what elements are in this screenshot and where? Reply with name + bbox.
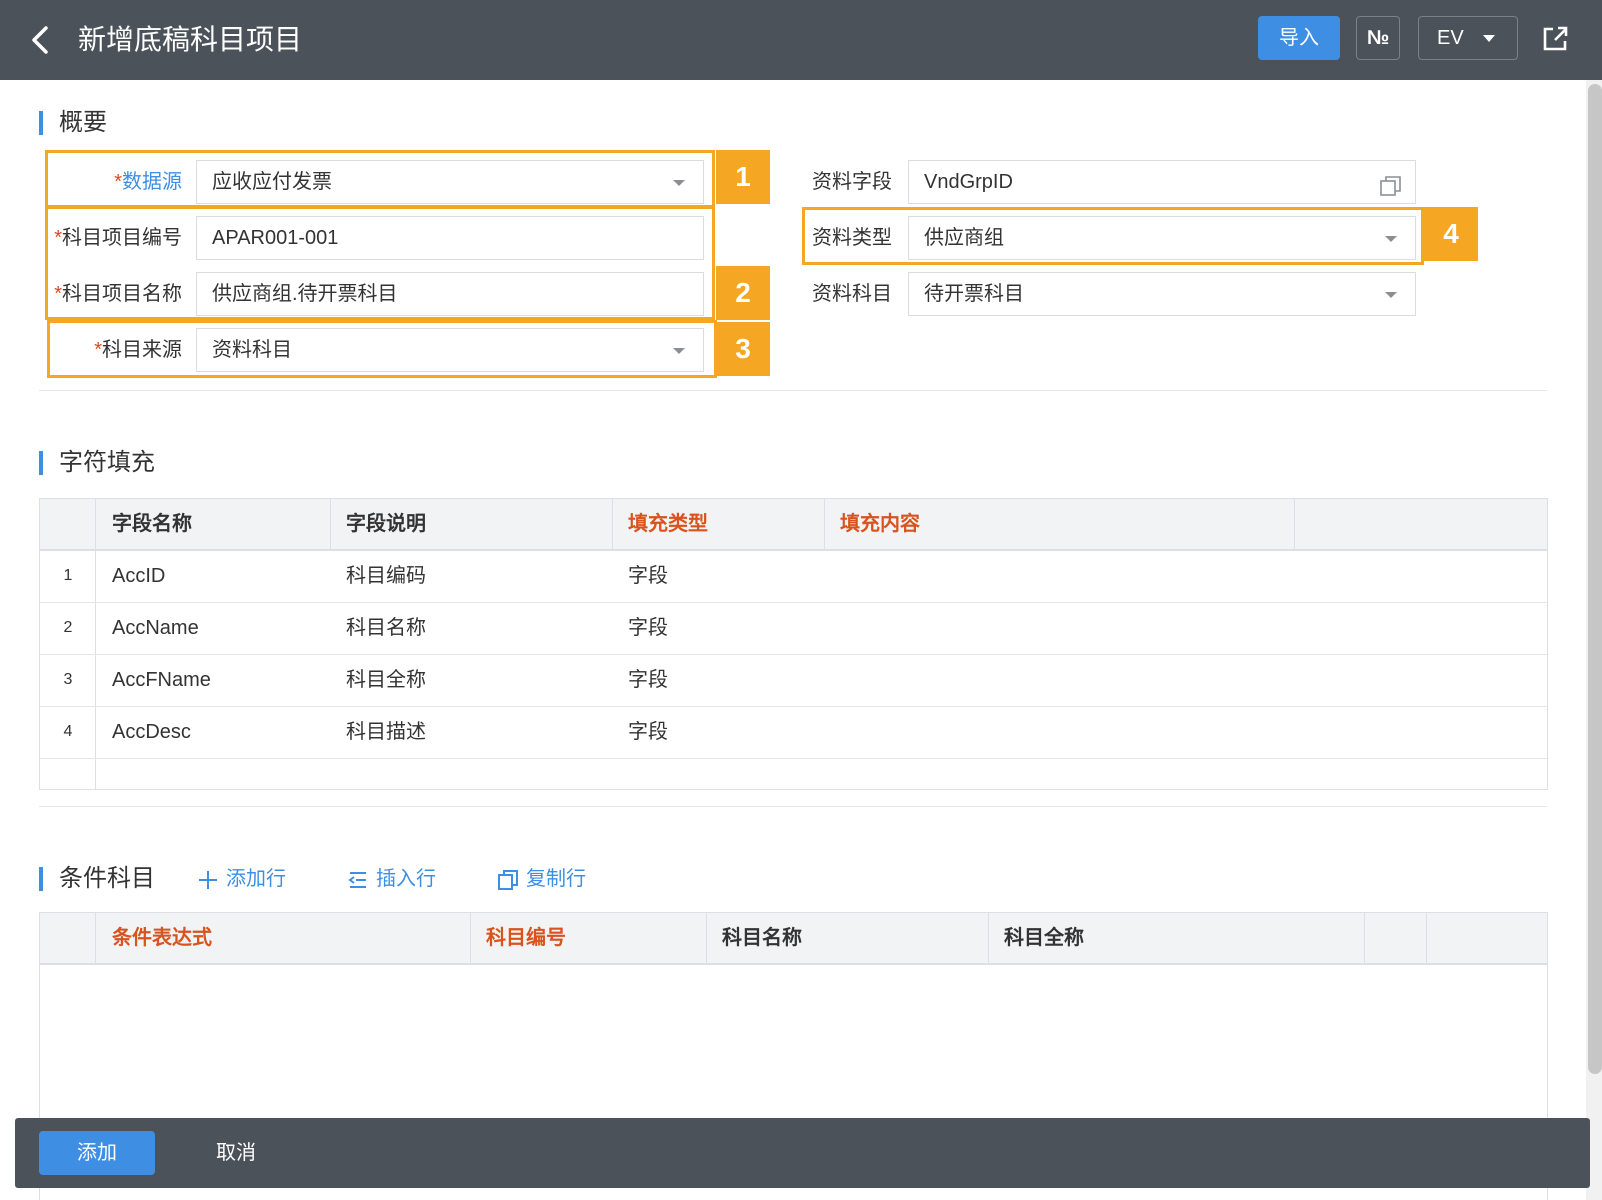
row-number: 1: [63, 567, 73, 584]
highlight-box-1: [45, 150, 715, 208]
insert-row-icon: [348, 872, 366, 888]
cell-field-desc: 科目编码: [346, 565, 426, 587]
column-divider: [988, 913, 989, 965]
column-divider: [95, 913, 96, 965]
row-number: 4: [63, 723, 73, 740]
data-account-select[interactable]: 待开票科目: [908, 272, 1416, 316]
top-bar: 新增底稿科目项目 导入 № EV: [0, 0, 1602, 80]
data-field-value: VndGrpID: [924, 171, 1013, 193]
column-header-account-name: 科目名称: [722, 927, 802, 949]
column-header-field-name: 字段名称: [112, 513, 192, 535]
cell-fill-type: 字段: [628, 669, 668, 691]
row-number: 2: [63, 619, 73, 636]
column-divider: [1294, 499, 1295, 551]
plus-icon: [199, 871, 217, 889]
add-button[interactable]: 添加: [39, 1131, 155, 1175]
highlight-box-3: [47, 320, 717, 378]
cell-field-name: AccName: [112, 617, 199, 639]
page-title: 新增底稿科目项目: [78, 24, 303, 55]
cell-fill-type: 字段: [628, 617, 668, 639]
section-title-char-fill: 字符填充: [39, 448, 155, 478]
column-header-account-fullname: 科目全称: [1004, 927, 1084, 949]
table-row[interactable]: 3 AccFName 科目全称 字段: [40, 655, 1547, 707]
back-icon[interactable]: [26, 22, 56, 58]
field-label-data-field: 资料字段: [812, 171, 892, 193]
column-divider: [1426, 913, 1427, 965]
data-field-input[interactable]: VndGrpID: [908, 160, 1416, 204]
column-divider: [824, 499, 825, 551]
cell-field-desc: 科目名称: [346, 617, 426, 639]
column-header-fill-type: 填充类型: [628, 513, 708, 535]
field-label-data-account: 资料科目: [812, 283, 892, 305]
char-fill-table: 字段名称 字段说明 填充类型 填充内容 1 AccID 科目编码 字段 2 Ac…: [39, 498, 1548, 790]
data-account-value: 待开票科目: [924, 283, 1024, 305]
column-divider: [612, 499, 613, 551]
cancel-button[interactable]: 取消: [191, 1131, 281, 1175]
section-divider: [39, 806, 1547, 807]
column-divider: [706, 913, 707, 965]
column-divider: [1364, 913, 1365, 965]
column-header-condition: 条件表达式: [112, 927, 212, 949]
insert-row-button[interactable]: 插入行: [346, 864, 446, 894]
badge-3: 3: [716, 322, 770, 376]
cell-fill-type: 字段: [628, 565, 668, 587]
copy-icon[interactable]: [1379, 171, 1403, 196]
cell-field-name: AccFName: [112, 669, 211, 691]
badge-2: 2: [716, 266, 770, 320]
section-title-conditions: 条件科目: [39, 864, 155, 894]
column-header-account-code: 科目编号: [486, 927, 566, 949]
add-row-label: 添加行: [226, 868, 286, 890]
column-header-fill-content: 填充内容: [840, 513, 920, 535]
export-icon[interactable]: [1540, 24, 1570, 54]
table-row[interactable]: 4 AccDesc 科目描述 字段: [40, 707, 1547, 759]
section-divider: [39, 390, 1547, 391]
caret-down-icon: [1483, 35, 1495, 42]
cell-field-desc: 科目描述: [346, 721, 426, 743]
highlight-box-2: [45, 206, 715, 320]
numbering-button[interactable]: №: [1356, 16, 1400, 60]
highlight-box-4: [802, 207, 1424, 265]
ev-dropdown[interactable]: EV: [1418, 16, 1518, 60]
badge-1: 1: [716, 150, 770, 204]
section-title-overview: 概要: [39, 108, 107, 138]
column-header-field-desc: 字段说明: [346, 513, 426, 535]
add-row-button[interactable]: 添加行: [196, 864, 296, 894]
scrollbar-thumb[interactable]: [1588, 84, 1602, 1074]
ev-label: EV: [1437, 27, 1464, 49]
table-row[interactable]: 2 AccName 科目名称 字段: [40, 603, 1547, 655]
cell-fill-type: 字段: [628, 721, 668, 743]
action-bar: 添加 取消: [15, 1118, 1590, 1188]
table-header: [40, 499, 1547, 551]
copy-row-button[interactable]: 复制行: [496, 864, 596, 894]
copy-row-icon: [498, 870, 518, 890]
cell-field-name: AccDesc: [112, 721, 191, 743]
cell-field-name: AccID: [112, 565, 166, 587]
badge-4: 4: [1424, 207, 1478, 261]
import-button[interactable]: 导入: [1258, 16, 1340, 60]
dropdown-arrow-icon: [1385, 292, 1397, 298]
cell-field-desc: 科目全称: [346, 669, 426, 691]
page: 新增底稿科目项目 导入 № EV 概要 *数据源 应收应付发票 *科目项目编号 …: [0, 0, 1602, 1200]
copy-row-label: 复制行: [526, 868, 586, 890]
column-divider: [330, 499, 331, 551]
table-row[interactable]: 1 AccID 科目编码 字段: [40, 551, 1547, 603]
row-number: 3: [63, 671, 73, 688]
insert-row-label: 插入行: [376, 868, 436, 890]
column-divider: [470, 913, 471, 965]
